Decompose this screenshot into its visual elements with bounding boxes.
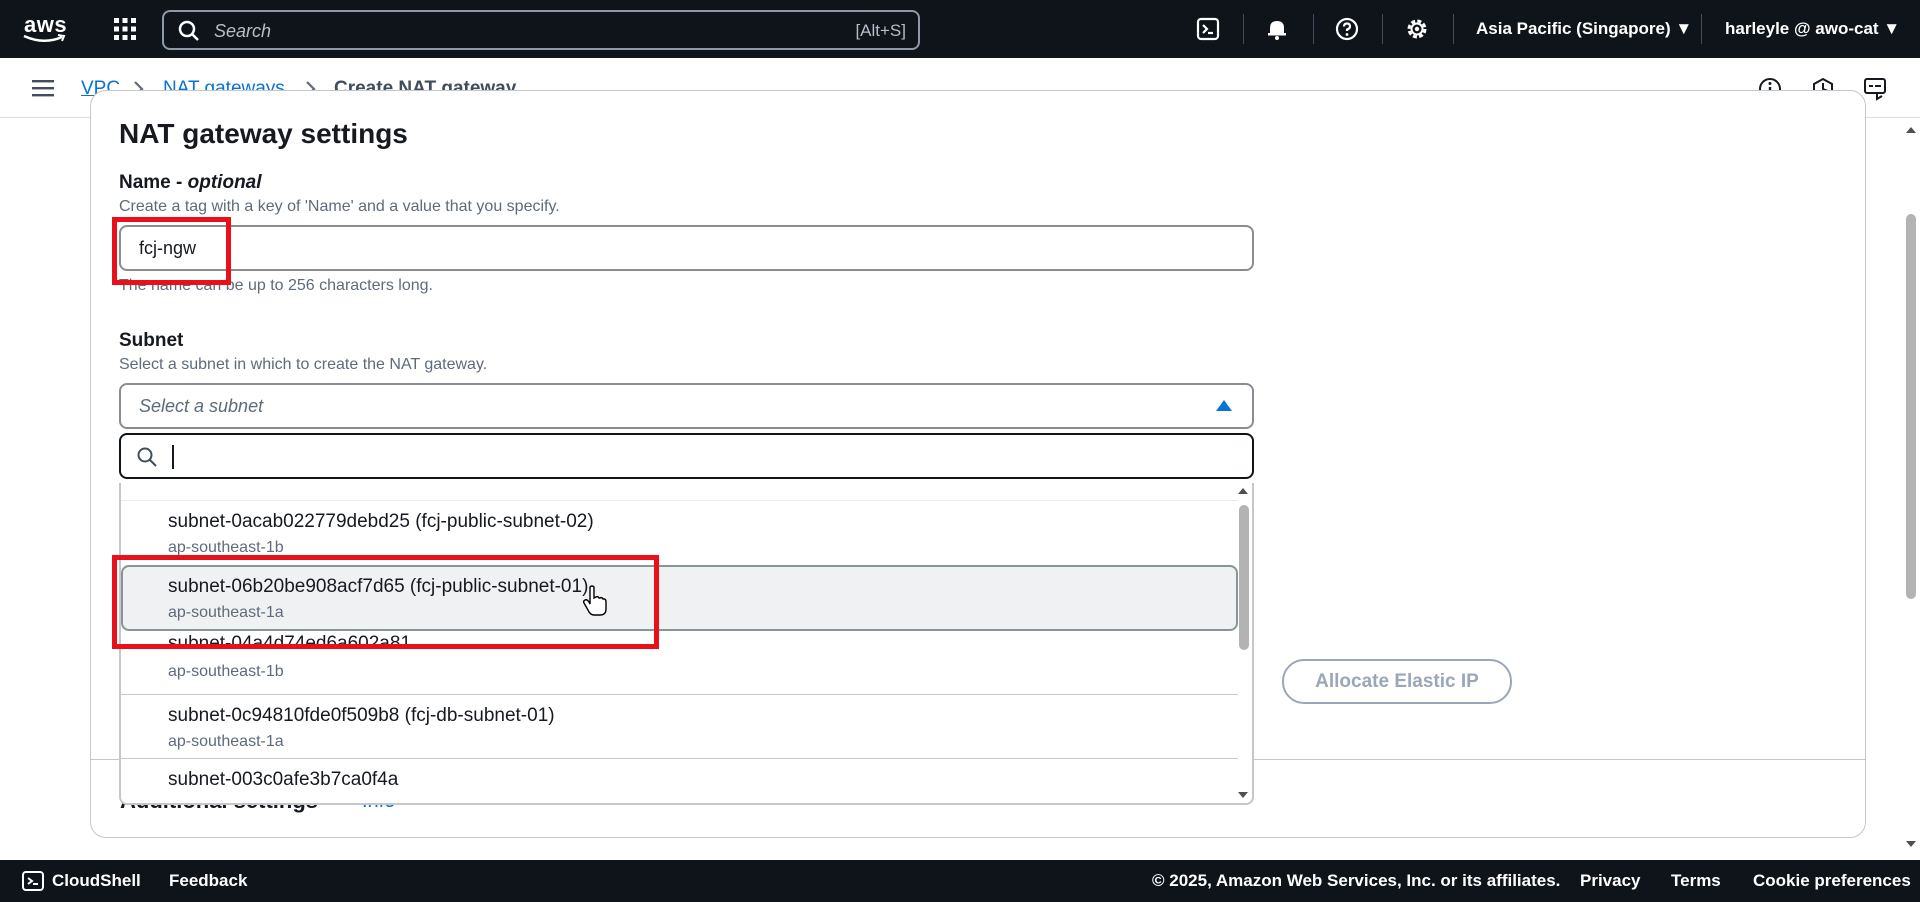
search-icon bbox=[178, 20, 199, 41]
allocate-elastic-ip-button[interactable]: Allocate Elastic IP bbox=[1282, 659, 1512, 704]
bell-icon[interactable] bbox=[1265, 17, 1289, 41]
search-icon bbox=[137, 447, 157, 467]
privacy-link[interactable]: Privacy bbox=[1580, 871, 1641, 891]
scroll-down-arrow-icon[interactable] bbox=[1906, 840, 1916, 848]
subnet-select-placeholder: Select a subnet bbox=[139, 396, 264, 416]
aws-logo[interactable]: aws bbox=[20, 12, 70, 46]
section-title: NAT gateway settings bbox=[119, 118, 408, 149]
help-icon[interactable] bbox=[1335, 17, 1359, 41]
subnet-option[interactable]: subnet-0c94810fde0f509b8 (fcj-db-subnet-… bbox=[121, 695, 1238, 759]
dropdown-scrollbar[interactable] bbox=[1234, 483, 1252, 803]
terms-link[interactable]: Terms bbox=[1671, 871, 1721, 891]
nav-divider bbox=[1453, 14, 1454, 44]
dropdown-scrollbar-thumb[interactable] bbox=[1239, 505, 1249, 650]
search-shortcut: [Alt+S] bbox=[855, 21, 906, 40]
page-scrollbar-thumb[interactable] bbox=[1906, 214, 1916, 599]
copyright-text: © 2025, Amazon Web Services, Inc. or its… bbox=[1152, 871, 1561, 890]
menu-icon[interactable] bbox=[32, 78, 54, 98]
nav-divider bbox=[1243, 14, 1244, 44]
name-label: Name - optional bbox=[119, 172, 262, 193]
cookie-preferences-link[interactable]: Cookie preferences bbox=[1753, 871, 1911, 891]
search-placeholder: Search bbox=[214, 21, 272, 41]
cloudshell-icon[interactable] bbox=[1196, 17, 1220, 41]
scroll-down-arrow-icon[interactable] bbox=[1238, 791, 1248, 799]
subnet-option[interactable]: subnet-003c0afe3b7ca0f4a bbox=[121, 759, 1238, 803]
scroll-up-arrow-icon[interactable] bbox=[1906, 126, 1916, 134]
console-footer: CloudShell Feedback © 2025, Amazon Web S… bbox=[0, 860, 1920, 902]
top-navigation: aws Search [Alt+S] Asia Pacific (Singapo… bbox=[0, 0, 1920, 58]
annotation-highlight-subnet bbox=[112, 555, 659, 649]
subnet-filter-input[interactable] bbox=[119, 433, 1254, 479]
subnet-description: Select a subnet in which to create the N… bbox=[119, 356, 488, 373]
subnet-select[interactable]: Select a subnet bbox=[119, 383, 1254, 429]
nav-divider bbox=[1701, 14, 1702, 44]
name-field[interactable]: fcj-ngw bbox=[119, 225, 1254, 271]
cloudshell-link[interactable]: CloudShell bbox=[52, 871, 141, 891]
aws-smile-icon bbox=[23, 34, 66, 42]
text-cursor bbox=[172, 445, 174, 469]
page-scrollbar[interactable] bbox=[1902, 118, 1920, 860]
nav-divider bbox=[1382, 14, 1383, 44]
region-selector[interactable]: Asia Pacific (Singapore) ▼ bbox=[1476, 19, 1692, 39]
cloudshell-icon[interactable] bbox=[22, 871, 44, 891]
scroll-up-arrow-icon[interactable] bbox=[1238, 487, 1248, 495]
annotation-highlight-name bbox=[112, 217, 231, 285]
subnet-label: Subnet bbox=[119, 330, 184, 351]
feedback-panel-icon[interactable] bbox=[1863, 76, 1889, 102]
settings-icon[interactable] bbox=[1405, 17, 1429, 41]
caret-up-icon bbox=[1216, 400, 1232, 411]
account-menu[interactable]: harleyle @ awo-cat ▼ bbox=[1725, 19, 1900, 39]
services-grid-icon[interactable] bbox=[113, 17, 137, 41]
feedback-link[interactable]: Feedback bbox=[169, 871, 247, 891]
nav-divider bbox=[1313, 14, 1314, 44]
search-input[interactable]: Search [Alt+S] bbox=[162, 10, 920, 50]
name-description: Create a tag with a key of 'Name' and a … bbox=[119, 198, 560, 215]
